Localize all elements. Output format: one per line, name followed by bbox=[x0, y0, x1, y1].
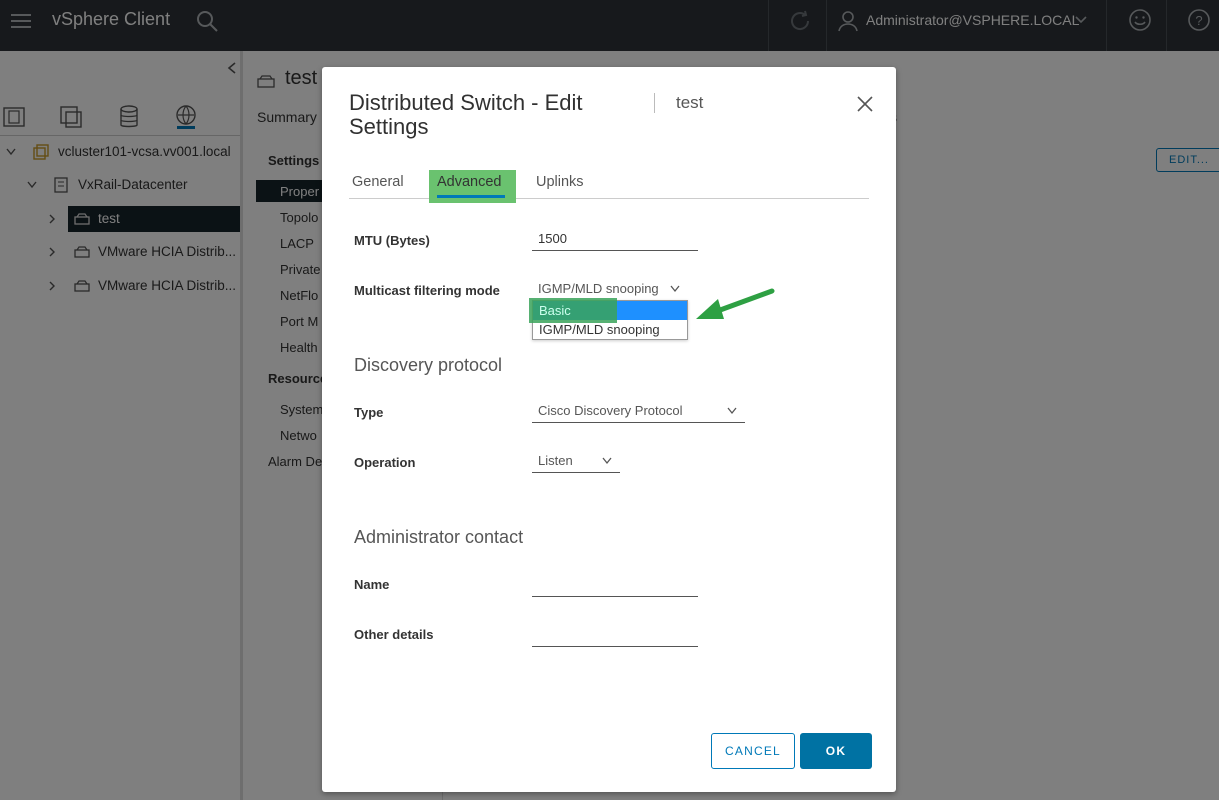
dropdown-option-basic[interactable]: Basic bbox=[529, 298, 687, 323]
tab-uplinks[interactable]: Uplinks bbox=[536, 174, 584, 190]
dropdown-option-igmp[interactable]: IGMP/MLD snooping bbox=[533, 320, 687, 339]
tab-general[interactable]: General bbox=[352, 174, 404, 190]
chevron-down-icon[interactable] bbox=[727, 407, 737, 415]
mtu-label: MTU (Bytes) bbox=[354, 233, 430, 248]
mtu-input[interactable]: 1500 bbox=[532, 229, 698, 251]
tab-advanced[interactable]: Advanced bbox=[437, 174, 502, 190]
name-label: Name bbox=[354, 577, 390, 592]
chevron-down-icon[interactable] bbox=[670, 285, 680, 293]
cancel-button[interactable]: CANCEL bbox=[711, 733, 795, 769]
multicast-label: Multicast filtering mode bbox=[354, 283, 500, 298]
multicast-select-value: IGMP/MLD snooping bbox=[538, 281, 659, 296]
dialog-subtitle: test bbox=[676, 93, 704, 112]
operation-label: Operation bbox=[354, 455, 416, 470]
operation-select-value: Listen bbox=[538, 453, 573, 468]
other-details-label: Other details bbox=[354, 627, 434, 642]
discovery-type-select[interactable]: Cisco Discovery Protocol bbox=[532, 401, 745, 423]
operation-select[interactable]: Listen bbox=[532, 451, 620, 473]
administrator-contact-heading: Administrator contact bbox=[354, 527, 524, 547]
annotation-arrow-icon bbox=[696, 288, 775, 319]
type-select-value: Cisco Discovery Protocol bbox=[538, 403, 683, 418]
multicast-dropdown-list: Basic IGMP/MLD snooping bbox=[529, 298, 688, 340]
active-tab-indicator bbox=[437, 195, 505, 198]
option-label: Basic bbox=[539, 303, 571, 318]
dialog-tabs: General Advanced Uplinks bbox=[349, 170, 869, 203]
other-details-input[interactable] bbox=[532, 625, 698, 647]
ok-button[interactable]: OK bbox=[800, 733, 872, 769]
chevron-down-icon[interactable] bbox=[602, 457, 612, 465]
discovery-protocol-heading: Discovery protocol bbox=[354, 355, 503, 375]
type-label: Type bbox=[354, 405, 384, 420]
title-separator bbox=[654, 93, 655, 113]
close-icon[interactable] bbox=[856, 95, 874, 113]
dialog-title: Distributed Switch - Edit Settings bbox=[349, 90, 583, 139]
edit-settings-dialog: Distributed Switch - Edit Settings test … bbox=[322, 67, 896, 792]
name-input[interactable] bbox=[532, 575, 698, 597]
